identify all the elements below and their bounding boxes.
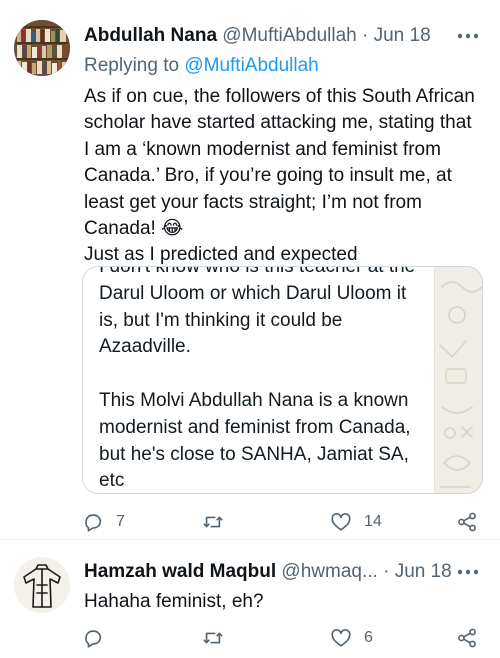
- bookshelf-avatar-image: [14, 20, 70, 76]
- tweet-body: Hahaha feminist, eh?: [84, 589, 484, 615]
- robe-figure-avatar-image: [14, 557, 70, 613]
- tweet-text-line: Just as I predicted and expected: [84, 244, 358, 266]
- like-button[interactable]: 14: [330, 508, 382, 536]
- chat-message-line: modernist and feminist from Canada,: [99, 416, 411, 438]
- tweet-abdullah-nana[interactable]: Abdullah Nana @MuftiAbdullah · Jun 18 Re…: [0, 0, 500, 540]
- tweet-body: As if on cue, the followers of this Sout…: [84, 84, 484, 269]
- tweet-text-line: I am a ‘known modernist and feminist fro…: [84, 138, 441, 160]
- display-name[interactable]: Abdullah Nana: [84, 25, 217, 46]
- separator-dot: ·: [383, 561, 390, 582]
- tweet-text-line: As if on cue, the followers of this Sout…: [84, 86, 475, 107]
- tweet-date[interactable]: Jun 18: [374, 25, 431, 46]
- attached-screenshot-image[interactable]: I don't know who is this teacher at the …: [82, 266, 483, 494]
- chat-message-text: I don't know who is this teacher at the …: [99, 266, 433, 493]
- reply-button[interactable]: [82, 624, 116, 652]
- chat-message-line: This Molvi Abdullah Nana is a known: [99, 389, 409, 411]
- tweet-text-line: Canada.’ Bro, if you’re going to insult …: [84, 165, 452, 187]
- chat-message-line: I don't know who is this teacher at the: [99, 266, 416, 277]
- separator-dot: ·: [362, 25, 369, 46]
- more-horizontal-icon[interactable]: [454, 26, 482, 46]
- tweet-text-line: least get your facts straight; I’m not f…: [84, 191, 422, 213]
- chat-message-line: Azaadville.: [99, 336, 191, 358]
- user-handle[interactable]: @hwmaq...: [281, 561, 377, 582]
- chat-message-line: but he's close to SANHA, Jamiat SA,: [99, 443, 409, 465]
- tweet-header: Hamzah wald Maqbul @hwmaq... · Jun 18: [84, 560, 456, 584]
- display-name[interactable]: Hamzah wald Maqbul: [84, 561, 276, 582]
- retweet-arrows-icon: [203, 516, 223, 528]
- like-count: 14: [364, 513, 382, 530]
- tweet-text-line: Canada! 😂: [84, 218, 184, 240]
- user-handle[interactable]: @MuftiAbdullah: [222, 25, 356, 46]
- share-button[interactable]: [456, 508, 478, 536]
- retweet-button[interactable]: [202, 508, 236, 536]
- replying-to-label: Replying to: [84, 55, 180, 76]
- chat-message-line: is, but I'm thinking it could be: [99, 309, 343, 331]
- chat-message-line: etc: [99, 470, 125, 492]
- like-button[interactable]: 6: [330, 624, 373, 652]
- like-count: 6: [364, 629, 373, 646]
- reply-bubble-icon: [85, 514, 102, 532]
- retweet-arrows-icon: [203, 632, 223, 644]
- chat-wallpaper-doodles-icon: [439, 281, 482, 488]
- replying-to-line: Replying to @MuftiAbdullah: [84, 54, 319, 78]
- reply-count: 7: [116, 513, 125, 530]
- reply-bubble-icon: [85, 630, 102, 648]
- reply-button[interactable]: 7: [82, 508, 125, 536]
- avatar-bookshelf[interactable]: [14, 20, 70, 76]
- share-nodes-icon: [458, 512, 476, 532]
- share-nodes-icon: [458, 628, 476, 648]
- tweet-hamzah-wald-maqbul[interactable]: Hamzah wald Maqbul @hwmaq... · Jun 18 Ha…: [0, 541, 500, 658]
- avatar-robe-figure[interactable]: [14, 557, 70, 613]
- heart-outline-icon: [331, 629, 351, 647]
- more-horizontal-icon[interactable]: [454, 562, 482, 582]
- share-button[interactable]: [456, 624, 478, 652]
- retweet-button[interactable]: [202, 624, 236, 652]
- chat-message-bubble: I don't know who is this teacher at the …: [83, 266, 435, 493]
- tweet-text-line: scholar have started attacking me, stati…: [84, 112, 472, 134]
- tweet-header: Abdullah Nana @MuftiAbdullah · Jun 18: [84, 24, 456, 48]
- tweet-action-bar: 6: [82, 624, 482, 652]
- tweet-date[interactable]: Jun 18: [395, 561, 452, 582]
- tweet-action-bar: 7 14: [82, 508, 482, 536]
- tweet-text-line: Hahaha feminist, eh?: [84, 591, 264, 612]
- heart-outline-icon: [331, 513, 351, 531]
- replying-to-mention[interactable]: @MuftiAbdullah: [184, 55, 318, 76]
- chat-message-line: Darul Uloom or which Darul Uloom it: [99, 282, 407, 304]
